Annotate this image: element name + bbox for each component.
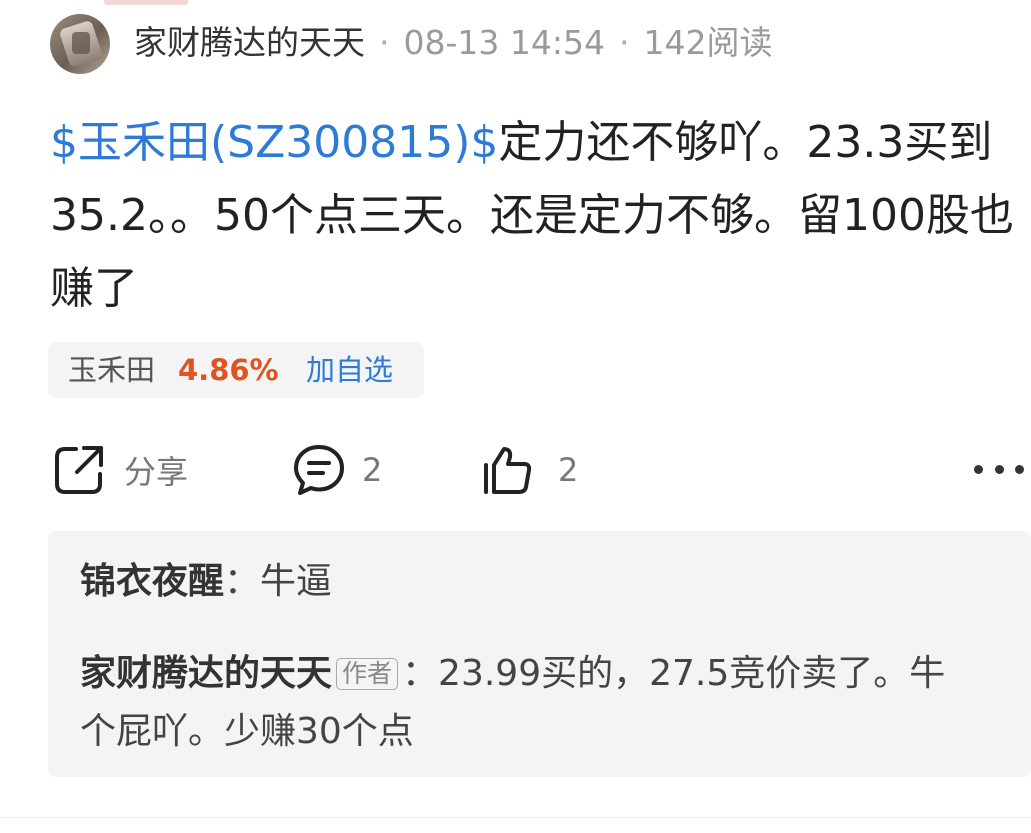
post-header: 家财腾达的天天 · 08-13 14:54 · 142阅读	[50, 14, 1031, 74]
like-count: 2	[558, 451, 579, 489]
reply-preview[interactable]: 锦衣夜醒：牛逼 家财腾达的天天 作者 ：23.99买的，27.5竞价卖了。牛个屁吖。…	[48, 531, 1031, 777]
add-watchlist-button[interactable]: 加自选	[306, 342, 393, 398]
author-tag: 作者	[336, 658, 399, 690]
stock-chip-name: 玉禾田	[68, 353, 156, 387]
more-dot	[1015, 464, 1024, 474]
top-accent-bar	[104, 0, 188, 5]
share-button[interactable]: 分享	[52, 435, 188, 505]
meta-separator: ·	[618, 23, 630, 62]
avatar-image-shadow	[72, 32, 90, 54]
post-content: $玉禾田(SZ300815)$定力还不够吖。23.3买到35.2。。50个点三天…	[50, 106, 1020, 325]
meta-separator: ·	[379, 23, 390, 62]
more-dot	[974, 464, 983, 474]
stock-chip-change: 4.86%	[178, 353, 279, 387]
reply-text: 牛逼	[260, 561, 333, 602]
action-bar: 分享 2 2	[0, 435, 1031, 505]
reply-item[interactable]: 锦衣夜醒：牛逼	[80, 555, 332, 609]
reply-separator: ：	[402, 653, 439, 694]
post-meta: 家财腾达的天天 · 08-13 14:54 · 142阅读	[134, 22, 772, 64]
reply-user[interactable]: 锦衣夜醒	[80, 561, 224, 602]
author-name[interactable]: 家财腾达的天天	[134, 23, 365, 62]
post-date: 08-13 14:54	[403, 23, 605, 62]
reply-user[interactable]: 家财腾达的天天	[80, 653, 332, 694]
comment-count: 2	[362, 451, 383, 489]
share-icon	[52, 443, 106, 497]
like-button[interactable]: 2	[480, 435, 578, 505]
read-count: 142阅读	[643, 23, 773, 62]
stock-chip[interactable]: 玉禾田 4.86% 加自选	[48, 342, 424, 398]
more-icon[interactable]	[974, 451, 1024, 487]
comment-icon	[292, 443, 346, 497]
reply-item[interactable]: 家财腾达的天天 作者 ：23.99买的，27.5竞价卖了。牛个屁吖。少赚30个点	[80, 645, 980, 761]
like-icon	[480, 443, 534, 497]
more-dot	[994, 464, 1004, 474]
avatar[interactable]	[50, 14, 110, 74]
divider	[0, 817, 1031, 818]
reply-separator: ：	[224, 561, 261, 602]
comment-button[interactable]: 2	[292, 435, 382, 505]
share-label: 分享	[124, 453, 189, 491]
stock-link[interactable]: $玉禾田(SZ300815)$	[50, 117, 498, 168]
